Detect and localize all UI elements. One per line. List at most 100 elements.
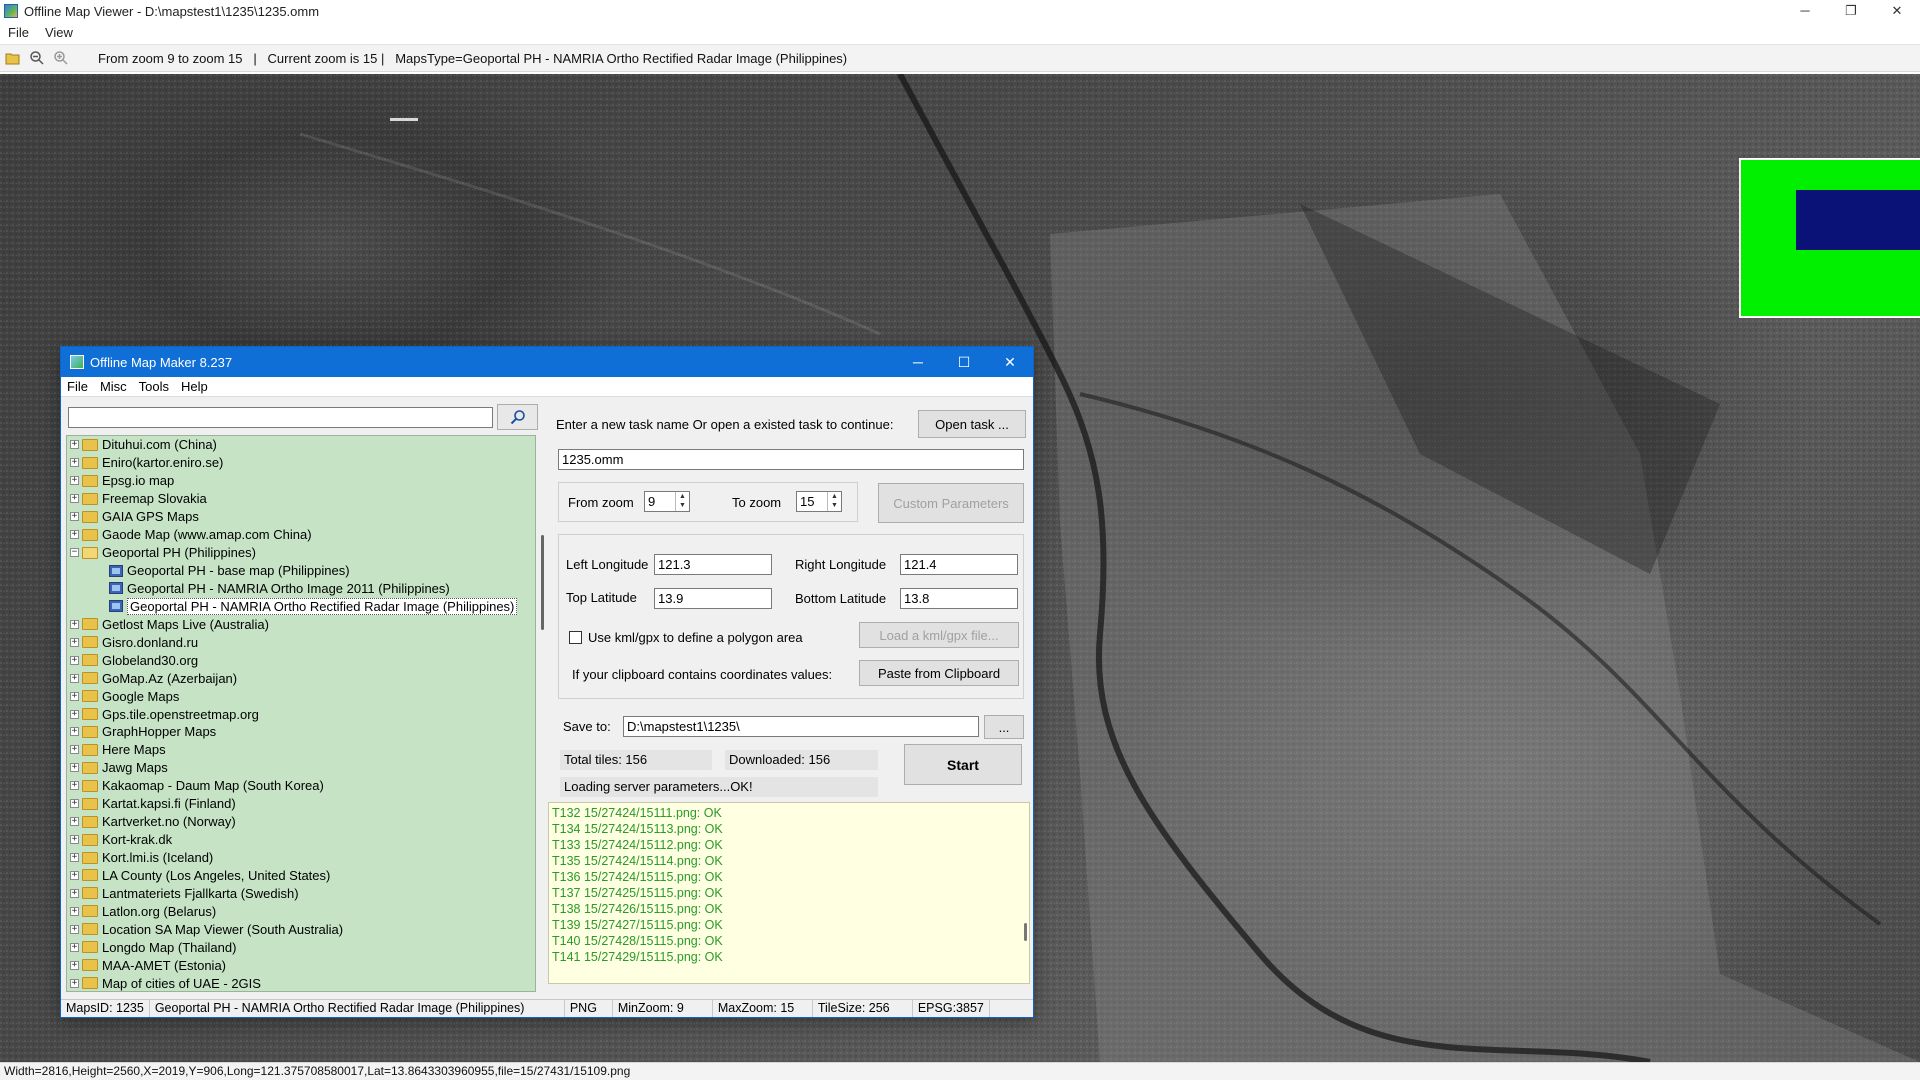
tree-folder-item[interactable]: + GAIA GPS Maps (67, 508, 535, 526)
tree-folder-item[interactable]: + Kort.lmi.is (Iceland) (67, 849, 535, 867)
start-button[interactable]: Start (904, 744, 1022, 785)
expand-icon[interactable]: + (70, 817, 79, 827)
tree-folder-item[interactable]: + Gps.tile.openstreetmap.org (67, 705, 535, 723)
tree-folder-item[interactable]: + GraphHopper Maps (67, 723, 535, 741)
load-kml-button[interactable]: Load a kml/gpx file... (859, 622, 1019, 648)
dialog-titlebar[interactable]: Offline Map Maker 8.237 ─ ☐ ✕ (61, 347, 1033, 377)
to-zoom-stepper[interactable]: 15 ▲ ▼ (796, 491, 842, 512)
search-button[interactable] (497, 404, 538, 430)
tree-folder-item[interactable]: + Latlon.org (Belarus) (67, 902, 535, 920)
zoom-in-icon[interactable] (50, 47, 72, 69)
dialog-close-button[interactable]: ✕ (987, 347, 1033, 377)
expand-icon[interactable]: + (70, 655, 79, 665)
paste-clipboard-button[interactable]: Paste from Clipboard (859, 660, 1019, 686)
tree-folder-item[interactable]: + Location SA Map Viewer (South Australia… (67, 920, 535, 938)
tree-folder-item[interactable]: + GoMap.Az (Azerbaijan) (67, 669, 535, 687)
dialog-menu-help[interactable]: Help (175, 379, 214, 394)
log-scrollbar-thumb[interactable] (1024, 923, 1027, 941)
expand-icon[interactable]: + (70, 799, 79, 809)
save-path-input[interactable]: D:\mapstest1\1235\ (623, 716, 979, 737)
kml-polygon-checkbox[interactable] (569, 631, 582, 644)
menu-file[interactable]: File (0, 25, 37, 40)
provider-search-input[interactable] (68, 407, 493, 428)
tree-folder-item[interactable]: + Getlost Maps Live (Australia) (67, 615, 535, 633)
expand-icon[interactable]: + (70, 512, 79, 522)
expand-icon[interactable]: + (70, 924, 79, 934)
expand-icon[interactable]: + (70, 476, 79, 486)
tree-folder-item[interactable]: + Epsg.io map (67, 472, 535, 490)
tree-folder-item[interactable]: + Google Maps (67, 687, 535, 705)
tree-folder-item[interactable]: + Kakaomap - Daum Map (South Korea) (67, 777, 535, 795)
tree-folder-item[interactable]: + Dituhui.com (China) (67, 436, 535, 454)
expand-icon[interactable]: + (70, 853, 79, 863)
tree-scrollbar[interactable] (539, 435, 548, 992)
restore-button[interactable]: ❐ (1828, 0, 1874, 22)
expand-icon[interactable]: + (70, 906, 79, 916)
dialog-menu-tools[interactable]: Tools (133, 379, 175, 394)
tree-scrollbar-thumb[interactable] (541, 535, 544, 630)
expand-icon[interactable]: + (70, 781, 79, 791)
tree-folder-item[interactable]: + Freemap Slovakia (67, 490, 535, 508)
collapse-icon[interactable]: − (70, 548, 79, 558)
expand-icon[interactable]: + (70, 835, 79, 845)
expand-icon[interactable]: + (70, 637, 79, 647)
tree-folder-item[interactable]: + MAA-AMET (Estonia) (67, 956, 535, 974)
browse-folder-button[interactable]: ... (984, 715, 1024, 739)
zoom-out-icon[interactable] (26, 47, 48, 69)
expand-icon[interactable]: + (70, 673, 79, 683)
expand-icon[interactable]: + (70, 763, 79, 773)
expand-icon[interactable]: + (70, 942, 79, 952)
top-latitude-input[interactable]: 13.9 (654, 588, 772, 609)
dialog-menu-file[interactable]: File (61, 379, 94, 394)
download-log[interactable]: T132 15/27424/15111.png: OK T134 15/27424… (548, 802, 1030, 984)
tree-map-item[interactable]: Geoportal PH - base map (Philippines) (67, 562, 535, 580)
expand-icon[interactable]: + (70, 960, 79, 970)
expand-icon[interactable]: + (70, 440, 79, 450)
bottom-latitude-input[interactable]: 13.8 (900, 588, 1018, 609)
tree-folder-item[interactable]: + Globeland30.org (67, 651, 535, 669)
spin-arrows-icon[interactable]: ▲ ▼ (827, 492, 841, 511)
tree-map-item[interactable]: Geoportal PH - NAMRIA Ortho Rectified Ra… (67, 597, 535, 615)
tree-folder-item[interactable]: + Kartverket.no (Norway) (67, 813, 535, 831)
menu-view[interactable]: View (37, 25, 81, 40)
expand-icon[interactable]: + (70, 870, 79, 880)
expand-icon[interactable]: + (70, 458, 79, 468)
tree-folder-item[interactable]: − Geoportal PH (Philippines) (67, 544, 535, 562)
spin-arrows-icon[interactable]: ▲ ▼ (675, 492, 689, 511)
open-task-button[interactable]: Open task ... (918, 410, 1026, 438)
close-button[interactable]: ✕ (1874, 0, 1920, 22)
tree-folder-item[interactable]: + LA County (Los Angeles, United States) (67, 867, 535, 885)
expand-icon[interactable]: + (70, 691, 79, 701)
tree-folder-item[interactable]: + Lantmateriets Fjallkarta (Swedish) (67, 884, 535, 902)
overview-minimap[interactable] (1739, 158, 1920, 318)
tree-folder-item[interactable]: + Eniro(kartor.eniro.se) (67, 454, 535, 472)
tree-folder-item[interactable]: + Kort-krak.dk (67, 831, 535, 849)
minimize-button[interactable]: ─ (1782, 0, 1828, 22)
left-longitude-input[interactable]: 121.3 (654, 554, 772, 575)
task-name-input[interactable]: 1235.omm (558, 449, 1024, 470)
expand-icon[interactable]: + (70, 978, 79, 988)
tree-folder-item[interactable]: + Gisro.donland.ru (67, 633, 535, 651)
expand-icon[interactable]: + (70, 494, 79, 504)
minimap-viewport[interactable] (1796, 190, 1920, 250)
expand-icon[interactable]: + (70, 888, 79, 898)
dialog-menu-misc[interactable]: Misc (94, 379, 133, 394)
tree-folder-item[interactable]: + Jawg Maps (67, 759, 535, 777)
right-longitude-input[interactable]: 121.4 (900, 554, 1018, 575)
tree-folder-item[interactable]: + Here Maps (67, 741, 535, 759)
tree-folder-item[interactable]: + Kartat.kapsi.fi (Finland) (67, 795, 535, 813)
from-zoom-stepper[interactable]: 9 ▲ ▼ (644, 491, 690, 512)
dialog-minimize-button[interactable]: ─ (895, 347, 941, 377)
tree-folder-item[interactable]: + Longdo Map (Thailand) (67, 938, 535, 956)
custom-parameters-button[interactable]: Custom Parameters (878, 483, 1024, 523)
expand-icon[interactable]: + (70, 727, 79, 737)
expand-icon[interactable]: + (70, 619, 79, 629)
tree-folder-item[interactable]: + Map of cities of UAE - 2GIS (67, 974, 535, 991)
dialog-maximize-button[interactable]: ☐ (941, 347, 987, 377)
tree-folder-item[interactable]: + Gaode Map (www.amap.com China) (67, 526, 535, 544)
expand-icon[interactable]: + (70, 745, 79, 755)
provider-tree[interactable]: + Dituhui.com (China) + Eniro(kartor.eniro.… (66, 435, 536, 992)
expand-icon[interactable]: + (70, 530, 79, 540)
expand-icon[interactable]: + (70, 709, 79, 719)
open-folder-icon[interactable] (2, 47, 24, 69)
